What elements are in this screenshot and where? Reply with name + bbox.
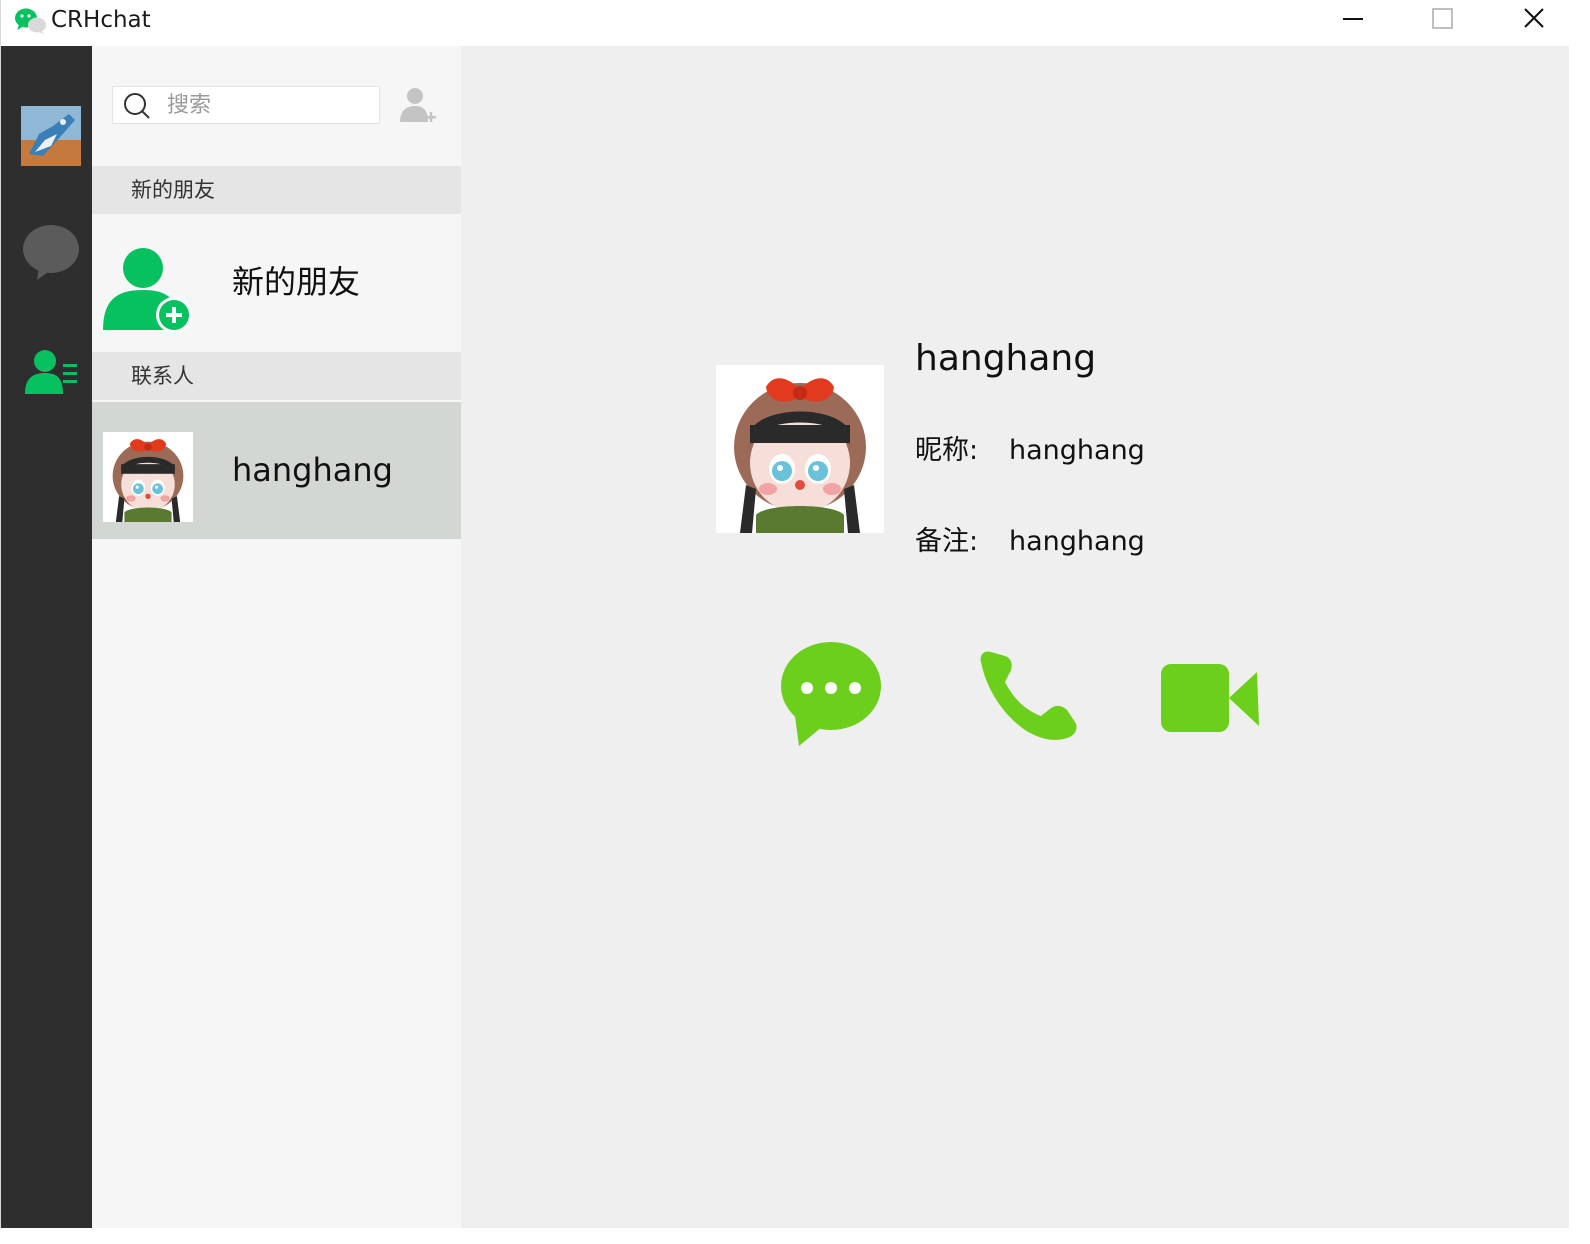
list-item-label: 新的朋友 bbox=[232, 263, 361, 301]
nav-chat-button[interactable] bbox=[23, 224, 81, 282]
new-friend-avatar bbox=[103, 244, 193, 334]
add-user-icon bbox=[103, 248, 192, 333]
video-icon bbox=[1161, 664, 1259, 732]
close-icon bbox=[1524, 8, 1544, 28]
message-icon bbox=[781, 642, 881, 746]
search-box[interactable] bbox=[112, 86, 380, 124]
contacts-icon bbox=[25, 350, 77, 394]
search-icon bbox=[124, 93, 150, 119]
detail-avatar bbox=[716, 365, 884, 533]
add-friend-button[interactable] bbox=[398, 86, 438, 126]
app-logo-icon bbox=[15, 8, 46, 34]
minimize-button[interactable] bbox=[1307, 0, 1397, 40]
chat-bubble-icon bbox=[23, 225, 79, 280]
title-bar: CRHchat bbox=[1, 0, 1569, 46]
remark-label: 备注: bbox=[915, 526, 979, 557]
add-user-icon bbox=[400, 88, 436, 122]
close-button[interactable] bbox=[1487, 0, 1569, 40]
phone-icon bbox=[980, 651, 1077, 740]
window-title: CRHchat bbox=[51, 7, 151, 33]
contact-avatar-image bbox=[103, 432, 193, 522]
detail-avatar-image bbox=[716, 365, 884, 533]
list-item-label: hanghang bbox=[232, 451, 393, 489]
side-nav bbox=[1, 46, 92, 1228]
app-window: CRHchat 搜索 新的朋友 新的朋友 联系人 hanghang hangha… bbox=[0, 0, 1569, 1228]
search-input[interactable] bbox=[167, 90, 367, 120]
nickname-label: 昵称: bbox=[915, 435, 979, 466]
contact-avatar bbox=[103, 432, 193, 522]
send-message-button[interactable] bbox=[777, 642, 887, 752]
user-avatar[interactable] bbox=[21, 106, 81, 166]
video-call-button[interactable] bbox=[1157, 642, 1267, 752]
maximize-button[interactable] bbox=[1397, 0, 1487, 40]
section-header-new-friends: 新的朋友 bbox=[92, 166, 461, 214]
contact-name: hanghang bbox=[915, 338, 1097, 379]
nickname-value: hanghang bbox=[1009, 435, 1145, 466]
list-item-contact[interactable]: hanghang bbox=[92, 402, 461, 539]
section-header-contacts: 联系人 bbox=[92, 352, 461, 400]
maximize-icon bbox=[1432, 8, 1453, 29]
list-item-new-friends[interactable]: 新的朋友 bbox=[92, 214, 461, 351]
minimize-icon bbox=[1343, 18, 1363, 20]
nav-contacts-button[interactable] bbox=[23, 348, 79, 398]
contact-list-panel: 新的朋友 新的朋友 联系人 bbox=[92, 46, 461, 1228]
remark-value: hanghang bbox=[1009, 526, 1145, 557]
voice-call-button[interactable] bbox=[971, 642, 1081, 752]
contact-detail-panel: hanghang 昵称: hanghang 备注: hanghang bbox=[461, 46, 1569, 1228]
